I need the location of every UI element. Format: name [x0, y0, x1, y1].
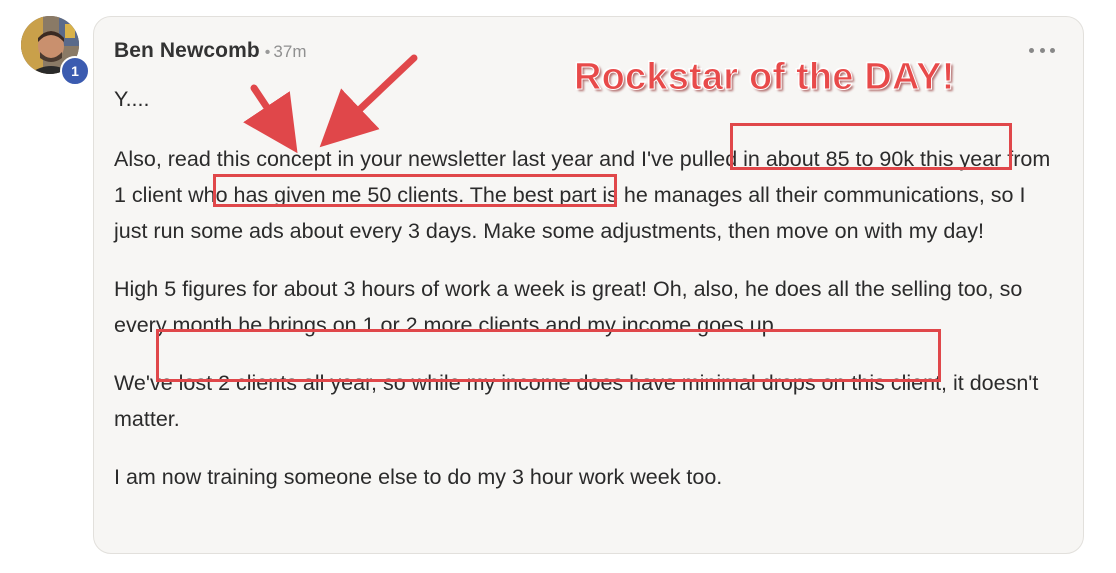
highlight-box-income [730, 123, 1012, 170]
annotation-headline: Rockstar of the DAY! [574, 56, 955, 99]
more-options-button[interactable] [1029, 45, 1055, 55]
more-horizontal-icon-dot [1039, 47, 1045, 53]
post-timestamp[interactable]: 37m [273, 42, 306, 62]
more-horizontal-icon [1029, 47, 1034, 53]
meta-separator: • [264, 44, 271, 61]
post-paragraph: I am now training someone else to do my … [114, 465, 723, 489]
author-name[interactable]: Ben Newcomb [114, 39, 260, 63]
more-horizontal-icon-dot [1050, 47, 1055, 53]
post-header: Ben Newcomb • 37m [114, 39, 306, 63]
avatar-wrapper[interactable]: 1 [21, 16, 90, 86]
level-badge: 1 [60, 56, 90, 86]
highlight-box-client [213, 174, 617, 207]
highlight-box-growth [156, 329, 941, 382]
